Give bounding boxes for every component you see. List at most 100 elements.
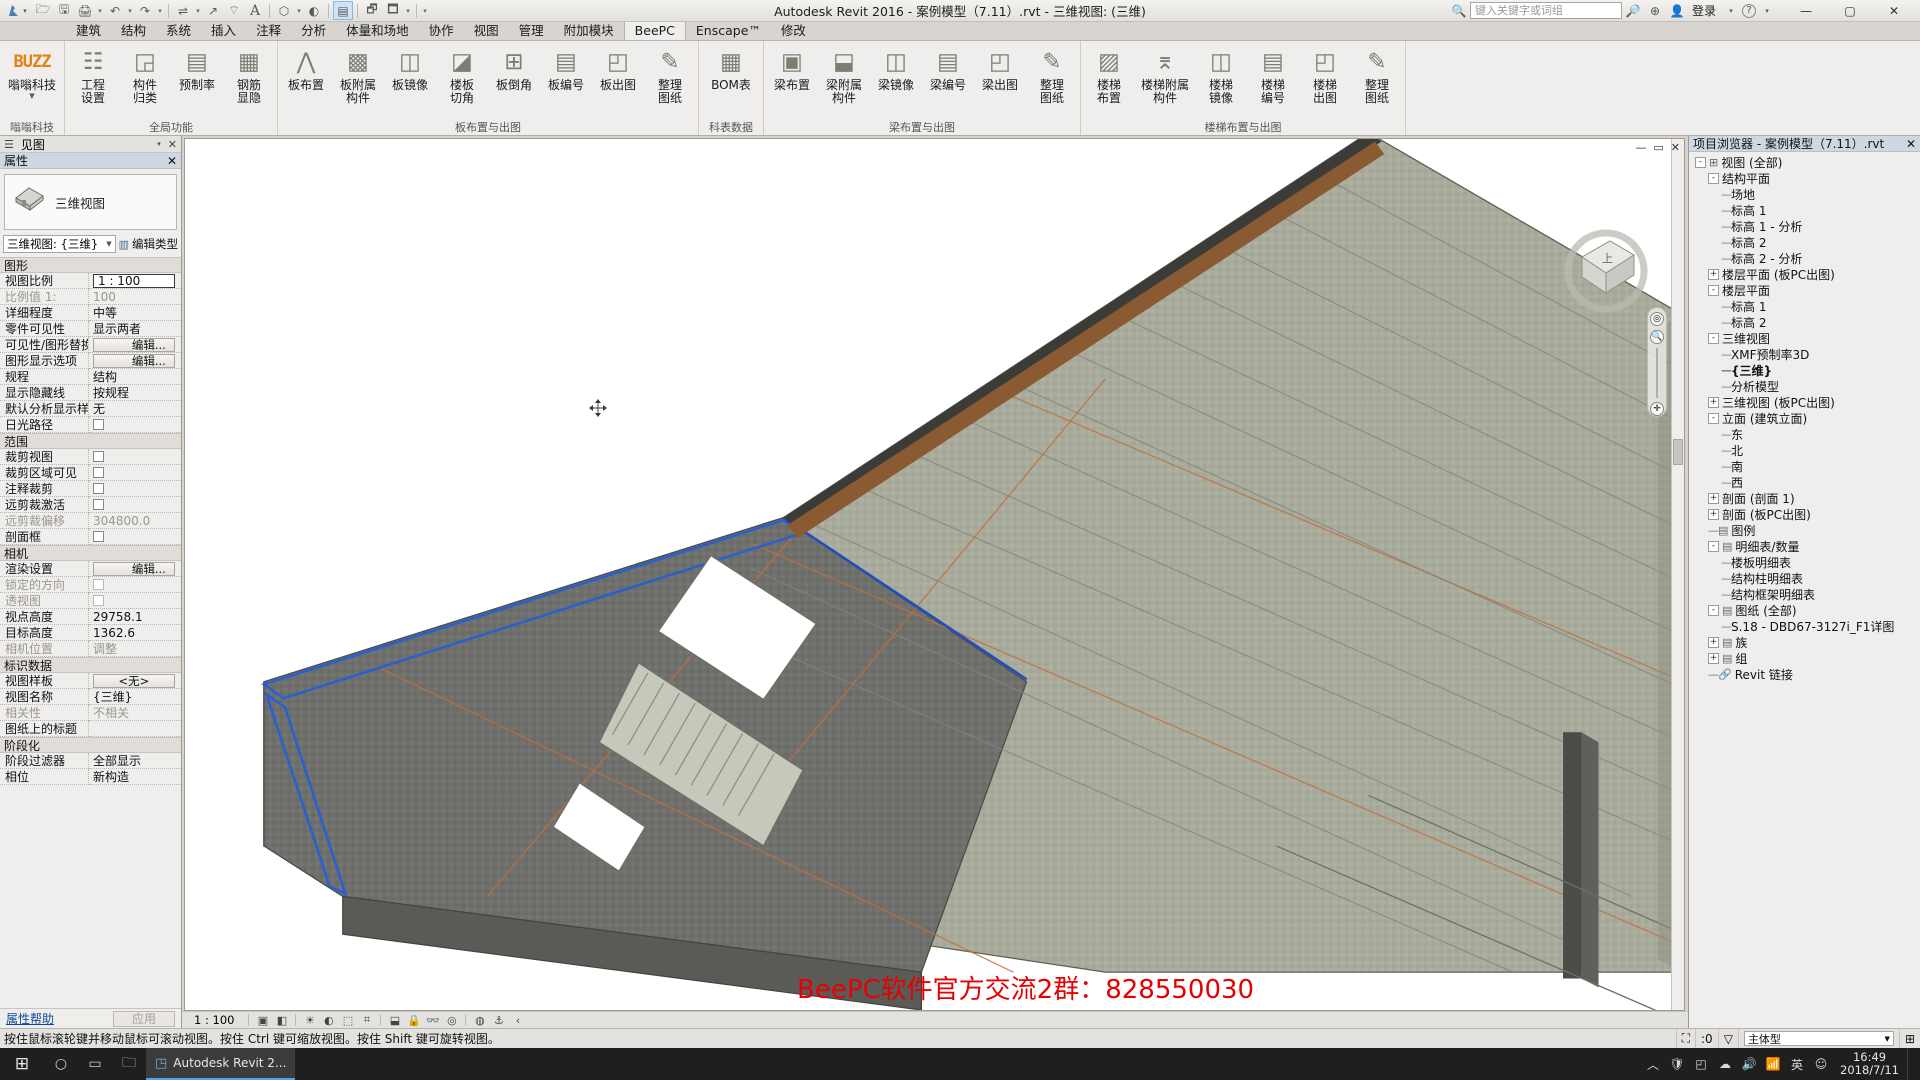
browser-node-28[interactable]: - ▤ 图纸 (全部) (1689, 602, 1920, 618)
property-edit-button[interactable]: <无> (93, 673, 175, 688)
model-3d-render[interactable] (185, 139, 1684, 1010)
view-bar-dropdown-icon[interactable]: ▾ (157, 140, 161, 148)
browser-node-19[interactable]: — 南 (1689, 458, 1920, 474)
ribbon-tab-13[interactable]: 修改 (771, 22, 816, 40)
ribbon-tab-9[interactable]: 管理 (509, 22, 554, 40)
browser-node-13[interactable]: — {三维} (1689, 362, 1920, 378)
taskbar-clock[interactable]: 16:49 2018/7/11 (1834, 1051, 1905, 1077)
view3d-dropdown-icon[interactable]: ▾ (295, 7, 303, 15)
property-value-cell[interactable]: 304800.0 (89, 513, 181, 529)
ribbon-tab-10[interactable]: 附加模块 (554, 22, 624, 40)
browser-node-24[interactable]: - ▤ 明细表/数量 (1689, 538, 1920, 554)
browser-node-7[interactable]: + 楼层平面 (板PC出图) (1689, 266, 1920, 282)
property-edit-button[interactable]: 编辑... (93, 353, 175, 368)
property-checkbox[interactable] (93, 467, 104, 478)
browser-node-32[interactable]: — 🔗 Revit 链接 (1689, 666, 1920, 682)
property-value-cell[interactable]: 不相关 (89, 705, 181, 721)
visual-style-icon[interactable]: ◧ (274, 1013, 289, 1028)
browser-node-21[interactable]: + 剖面 (剖面 1) (1689, 490, 1920, 506)
browser-node-31[interactable]: + ▤ 组 (1689, 650, 1920, 666)
stair-attached-parts-button[interactable]: ⌆ 楼梯附属 构件 (1135, 44, 1195, 105)
taskbar-explorer-icon[interactable]: 🗀 (112, 1052, 146, 1076)
minimize-button[interactable]: — (1784, 0, 1828, 21)
property-value-cell[interactable] (89, 721, 181, 737)
shadows-icon[interactable]: ◐ (321, 1013, 336, 1028)
open-icon[interactable]: 🗁 (33, 1, 53, 20)
buzz-logo-button[interactable]: BUZZ 嗡嗡科技 ▼ (2, 44, 62, 100)
buzz-logo-button-dropdown-icon[interactable]: ▼ (29, 92, 34, 100)
property-value-cell[interactable]: 中等 (89, 305, 181, 321)
taskbar-search-icon[interactable]: ○ (44, 1056, 78, 1072)
default-3d-view-icon[interactable]: ⬡ (274, 1, 294, 20)
tree-expander-icon[interactable]: - (1708, 540, 1719, 552)
browser-node-30[interactable]: + ▤ 族 (1689, 634, 1920, 650)
property-value-cell[interactable] (89, 481, 181, 497)
browser-node-0[interactable]: - ⊞ 视图 (全部) (1689, 154, 1920, 170)
browser-node-4[interactable]: — 标高 1 - 分析 (1689, 218, 1920, 234)
beam-layout-button[interactable]: ▣ 梁布置 (766, 44, 818, 92)
section-icon[interactable]: ◐ (304, 1, 324, 20)
bom-table-button[interactable]: ▦ BOM表 (701, 44, 761, 92)
property-edit-button[interactable]: 编辑... (93, 561, 175, 576)
print-icon[interactable]: 🖨 (75, 1, 95, 20)
tree-expander-icon[interactable]: + (1708, 268, 1719, 280)
browser-node-10[interactable]: — 标高 2 (1689, 314, 1920, 330)
property-value-cell[interactable] (89, 465, 181, 481)
ribbon-tab-4[interactable]: 注释 (246, 22, 291, 40)
browser-node-15[interactable]: + 三维视图 (板PC出图) (1689, 394, 1920, 410)
show-desktop-button[interactable] (1907, 1048, 1914, 1080)
tree-expander-icon[interactable]: + (1708, 492, 1719, 504)
reveal-hidden-icon[interactable]: ◎ (444, 1013, 459, 1028)
property-checkbox[interactable] (93, 531, 104, 542)
viewport[interactable]: — ▭ ✕ 上 ◎ 🔍 ✛ BeePC软件官方交流2群：828550030 (184, 138, 1685, 1011)
dimension-icon[interactable]: ↗ (203, 1, 223, 20)
tree-expander-icon[interactable]: + (1708, 636, 1719, 648)
worksets-chevron-icon[interactable]: ▼ (1885, 1035, 1890, 1043)
project-settings-button[interactable]: ☷ 工程 设置 (67, 44, 119, 105)
view-scale-label[interactable]: 1 : 100 (186, 1013, 242, 1027)
apply-button[interactable]: 应用 (113, 1010, 175, 1027)
browser-node-2[interactable]: — 场地 (1689, 186, 1920, 202)
more-icon[interactable]: ‹ (510, 1013, 525, 1028)
user-icon[interactable]: 👤 (1666, 1, 1688, 21)
browser-node-12[interactable]: — XMF预制率3D (1689, 346, 1920, 362)
measure-icon[interactable]: ⇌ (173, 1, 193, 20)
browser-node-16[interactable]: - 立面 (建筑立面) (1689, 410, 1920, 426)
tree-expander-icon[interactable]: - (1708, 332, 1719, 344)
rebar-hide-button[interactable]: ▦ 钢筋 显隐 (223, 44, 275, 105)
detail-level-icon[interactable]: ▣ (255, 1013, 270, 1028)
properties-help-link[interactable]: 属性帮助 (6, 1010, 54, 1027)
ribbon-tab-12[interactable]: Enscape™ (686, 22, 771, 40)
switch-windows-icon[interactable]: 🗖 (383, 1, 403, 20)
revit-app-menu-button[interactable]: ▾ (2, 1, 30, 21)
browser-node-6[interactable]: — 标高 2 - 分析 (1689, 250, 1920, 266)
sign-in-label[interactable]: 登录 (1688, 2, 1720, 19)
viewport-vertical-scrollbar[interactable] (1671, 139, 1684, 1010)
tray-ime2[interactable]: ☺ (1810, 1057, 1832, 1071)
slab-attached-parts-button[interactable]: ▩ 板附属 构件 (332, 44, 384, 105)
property-checkbox[interactable] (93, 483, 104, 494)
tree-expander-icon[interactable]: - (1695, 156, 1706, 168)
tree-expander-icon[interactable]: - (1708, 284, 1719, 296)
property-value-cell[interactable] (89, 529, 181, 545)
property-value-cell[interactable]: 1 : 100 (89, 273, 181, 289)
properties-type-preview[interactable]: 三维视图 (4, 174, 177, 230)
scrollbar-thumb[interactable] (1673, 439, 1683, 465)
tray-chevron[interactable]: ︿ (1642, 1056, 1664, 1073)
tree-expander-icon[interactable]: - (1708, 172, 1719, 184)
browser-node-3[interactable]: — 标高 1 (1689, 202, 1920, 218)
ribbon-tab-7[interactable]: 协作 (419, 22, 464, 40)
zoom-tool-icon[interactable]: 🔍 (1650, 330, 1664, 344)
property-value-cell[interactable]: 编辑... (89, 353, 181, 369)
view-cube[interactable]: 上 (1558, 217, 1654, 313)
redo-dropdown-icon[interactable]: ▾ (156, 7, 164, 15)
ribbon-tab-3[interactable]: 插入 (201, 22, 246, 40)
navigation-bar[interactable]: ◎ 🔍 ✛ (1647, 307, 1667, 417)
tray-network2[interactable]: ◰ (1690, 1057, 1712, 1071)
grid-icon[interactable]: ⊞ (1905, 1032, 1915, 1046)
help-icon[interactable]: ? (1742, 3, 1756, 18)
tree-expander-icon[interactable]: - (1708, 412, 1719, 424)
property-edit-button[interactable]: 编辑... (93, 337, 175, 352)
viewport-close-icon[interactable]: ✕ (1671, 141, 1680, 154)
tray-sound[interactable]: 🔊 (1738, 1057, 1760, 1071)
